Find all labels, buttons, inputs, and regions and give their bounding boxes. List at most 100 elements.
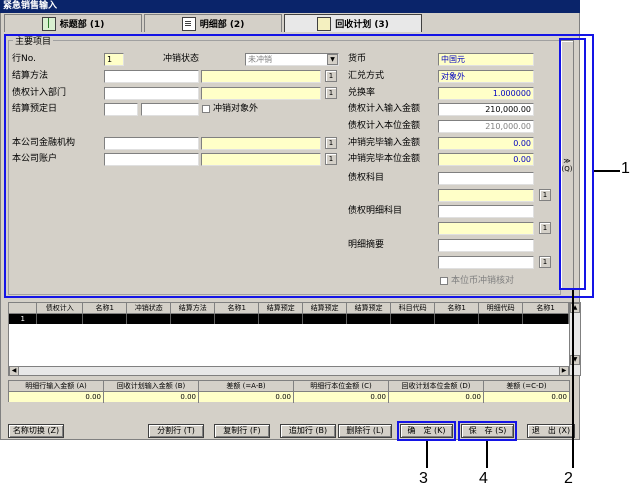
- detail-summary-lookup-button[interactable]: 1: [539, 256, 551, 268]
- grid-col-header: 结算预定: [303, 303, 348, 313]
- total-cell: 差额 (=C-D) 0.00: [484, 381, 569, 403]
- tab-bar: 标题部 (1) 明细部 (2) 回收计划 (3): [2, 14, 578, 32]
- account-label: 本公司账户: [12, 154, 58, 164]
- settle-method-label: 结算方法: [12, 71, 49, 81]
- bank-name: [201, 137, 321, 150]
- claim-detail-code[interactable]: [438, 205, 534, 218]
- settle-date-field-1[interactable]: [104, 103, 138, 116]
- callout-2: 2: [564, 470, 573, 487]
- row-no-field[interactable]: 1: [104, 53, 124, 66]
- callout-line-3: [426, 441, 428, 468]
- claim-input-amount-label: 债权计入输入金额: [348, 104, 421, 114]
- grid-horizontal-scrollbar[interactable]: ◀ ▶: [8, 366, 570, 376]
- totals-bar: 明细行输入金额 (A) 0.00 回收计划输入金额 (B) 0.00 差额 (=…: [8, 380, 570, 403]
- exclude-offset-label: 冲销对象外: [213, 104, 259, 114]
- currency-field: 中国元: [438, 53, 534, 66]
- claim-local-amount-label: 债权计入本位金额: [348, 121, 421, 131]
- calculator-icon: [317, 16, 332, 31]
- scroll-left-icon[interactable]: ◀: [9, 366, 19, 376]
- split-row-button[interactable]: 分割行 (T): [148, 424, 204, 438]
- claim-local-amount-field: 210,000.00: [438, 120, 534, 133]
- ok-button-highlight: [397, 421, 456, 441]
- detail-summary-code[interactable]: [438, 239, 534, 252]
- offset-local-amount-field: 0.00: [438, 153, 534, 166]
- callout-line-4: [486, 441, 488, 468]
- offset-input-amount-label: 冲销完毕输入金额: [348, 138, 421, 148]
- bank-lookup-button[interactable]: 1: [325, 137, 337, 149]
- exit-button[interactable]: 退 出 (X): [527, 424, 575, 438]
- detail-summary-text[interactable]: [438, 256, 534, 269]
- bank-code[interactable]: [104, 137, 199, 150]
- rate-method-field: 对象外: [438, 70, 534, 83]
- tab-header[interactable]: 标题部 (1): [4, 14, 142, 32]
- claim-detail-lookup-button[interactable]: 1: [539, 222, 551, 234]
- table-row[interactable]: 1: [9, 314, 570, 324]
- claim-dept-label: 债权计入部门: [12, 88, 67, 98]
- callout-line-2: [572, 290, 574, 468]
- settle-method-code[interactable]: [104, 70, 199, 83]
- plan-grid: 债权计入 名称1 冲销状态 结算方法 名称1 结算预定 结算预定 结算预定 科目…: [8, 302, 570, 376]
- book-icon: [41, 16, 56, 31]
- grid-header: 债权计入 名称1 冲销状态 结算方法 名称1 结算预定 结算预定 结算预定 科目…: [9, 303, 570, 314]
- settle-date-label: 结算预定日: [12, 104, 58, 114]
- grid-col-header: 结算方法: [171, 303, 216, 313]
- grid-col-header: 科目代码: [391, 303, 436, 313]
- add-row-button[interactable]: 追加行 (B): [280, 424, 336, 438]
- grid-col-header: 名称1: [523, 303, 570, 313]
- row-number: 1: [9, 314, 38, 324]
- callout-1: 1: [621, 160, 630, 177]
- offset-input-amount-field: 0.00: [438, 137, 534, 150]
- name-switch-button[interactable]: 名称切换 (Z): [8, 424, 64, 438]
- total-cell: 回收计划本位金额 (D) 0.00: [389, 381, 484, 403]
- group-title: 主要项目: [13, 36, 54, 48]
- callout-3: 3: [419, 470, 428, 487]
- settle-method-name: [201, 70, 321, 83]
- delete-row-button[interactable]: 删除行 (L): [338, 424, 392, 438]
- account-code[interactable]: [104, 153, 199, 166]
- local-offset-label: 本位币冲销核对: [451, 276, 515, 286]
- claim-subject-lookup-button[interactable]: 1: [539, 189, 551, 201]
- local-offset-checkbox[interactable]: [440, 277, 448, 285]
- claim-subject-code[interactable]: [438, 172, 534, 185]
- account-name: [201, 153, 321, 166]
- callout-4: 4: [479, 470, 488, 487]
- rate-label: 兑换率: [348, 88, 376, 98]
- grid-col-header: 名称1: [435, 303, 480, 313]
- account-lookup-button[interactable]: 1: [325, 153, 337, 165]
- tab-collection-plan[interactable]: 回收计划 (3): [284, 14, 422, 32]
- claim-dept-code[interactable]: [104, 87, 199, 100]
- total-cell: 差额 (=A-B) 0.00: [199, 381, 294, 403]
- claim-detail-name: [438, 222, 534, 235]
- currency-label: 货币: [348, 54, 367, 64]
- grid-col-header: 结算预定: [347, 303, 392, 313]
- claim-input-amount-field[interactable]: 210,000.00: [438, 103, 534, 116]
- callout-line-1: [594, 170, 620, 172]
- scroll-right-icon[interactable]: ▶: [559, 366, 569, 376]
- total-cell: 明细行本位金额 (C) 0.00: [294, 381, 389, 403]
- save-button-highlight: [458, 421, 517, 441]
- grid-col-header: 结算预定: [259, 303, 304, 313]
- total-cell: 明细行输入金额 (A) 0.00: [9, 381, 104, 403]
- rate-field: 1.000000: [438, 87, 534, 100]
- tab-detail[interactable]: 明细部 (2): [144, 14, 282, 32]
- exclude-offset-checkbox[interactable]: [202, 105, 210, 113]
- claim-detail-label: 债权明细科目: [348, 206, 403, 216]
- claim-dept-lookup-button[interactable]: 1: [325, 87, 337, 99]
- bank-label: 本公司金融机构: [12, 138, 76, 148]
- offset-local-amount-label: 冲销完毕本位金额: [348, 154, 421, 164]
- grid-col-header: [9, 303, 38, 313]
- grid-col-header: 名称1: [83, 303, 128, 313]
- grid-col-header: 冲销状态: [127, 303, 172, 313]
- grid-vertical-scrollbar[interactable]: ▲ ▼: [569, 302, 581, 376]
- rate-method-label: 汇兑方式: [348, 71, 385, 81]
- chevron-down-icon[interactable]: ▼: [327, 54, 338, 65]
- total-cell: 回收计划输入金额 (B) 0.00: [104, 381, 199, 403]
- offset-status-label: 冲销状态: [163, 54, 200, 64]
- grid-col-header: 债权计入: [37, 303, 84, 313]
- offset-status-select[interactable]: 未冲销: [245, 53, 339, 66]
- copy-row-button[interactable]: 复制行 (F): [214, 424, 270, 438]
- document-icon: [181, 16, 196, 31]
- settle-date-field-2[interactable]: [141, 103, 199, 116]
- grid-col-header: 明细代码: [479, 303, 524, 313]
- settle-method-lookup-button[interactable]: 1: [325, 70, 337, 82]
